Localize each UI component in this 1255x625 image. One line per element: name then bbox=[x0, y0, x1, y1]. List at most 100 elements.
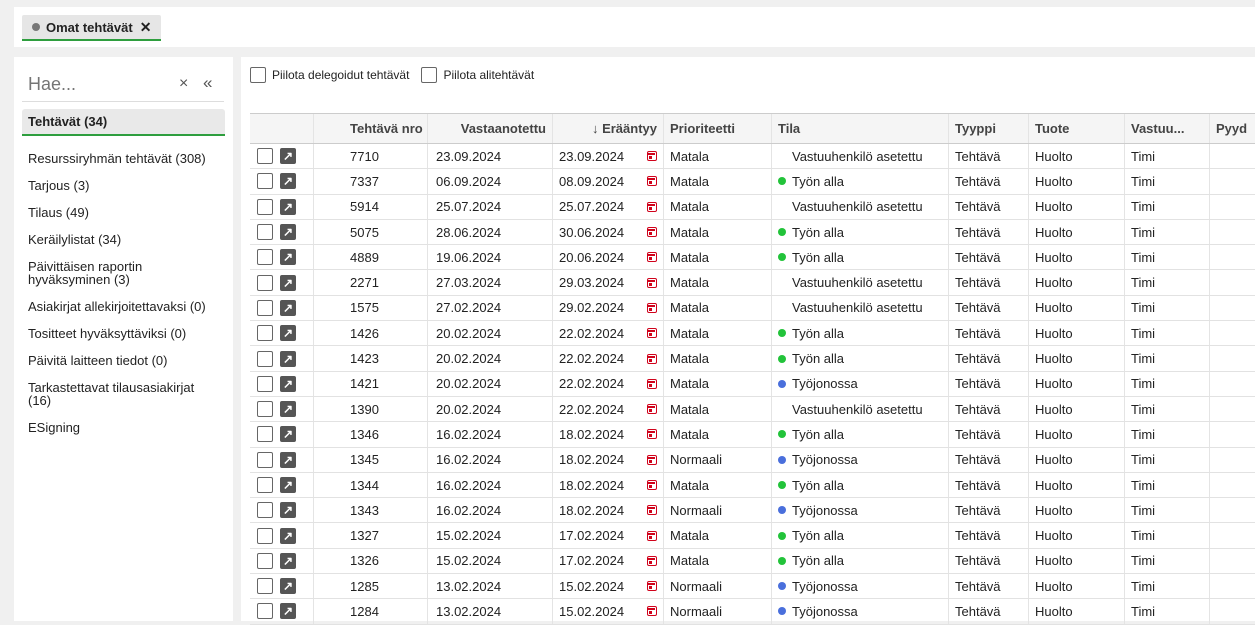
row-checkbox[interactable] bbox=[257, 552, 273, 569]
table-row[interactable]: ↗ 1390 20.02.2024 22.02.2024 Matala Vastuuhen… bbox=[250, 396, 1255, 423]
tab-omat-tehtavat[interactable]: Omat tehtävät ✕ bbox=[22, 15, 162, 41]
table-row[interactable]: ↗ 1344 16.02.2024 18.02.2024 Matala Työn alla… bbox=[250, 472, 1255, 499]
open-arrow-icon[interactable]: ↗ bbox=[280, 198, 296, 215]
sidebar-item[interactable]: Keräilylistat (34) bbox=[22, 229, 225, 250]
row-checkbox[interactable] bbox=[257, 603, 273, 620]
search-input[interactable] bbox=[28, 71, 188, 97]
open-arrow-icon[interactable]: ↗ bbox=[280, 502, 296, 519]
row-checkbox[interactable] bbox=[257, 224, 273, 241]
row-checkbox[interactable] bbox=[257, 173, 273, 190]
open-arrow-icon[interactable]: ↗ bbox=[280, 426, 296, 443]
sidebar-item[interactable]: Resurssiryhmän tehtävät (308) bbox=[22, 148, 225, 169]
row-checkbox[interactable] bbox=[257, 249, 273, 266]
table-row[interactable]: ↗ 1345 16.02.2024 18.02.2024 Normaali Työjono… bbox=[250, 447, 1255, 473]
open-arrow-icon[interactable]: ↗ bbox=[280, 274, 296, 291]
owner-cell: Timi bbox=[1125, 396, 1210, 422]
hide-subtasks-filter[interactable]: Piilota alitehtävät bbox=[421, 67, 534, 83]
table-row[interactable]: ↗ 5075 28.06.2024 30.06.2024 Matala Työn alla… bbox=[250, 219, 1255, 246]
table-row[interactable]: ↗ 7337 06.09.2024 08.09.2024 Matala Työn alla… bbox=[250, 169, 1255, 195]
open-arrow-icon[interactable]: ↗ bbox=[280, 552, 296, 569]
open-arrow-icon[interactable]: ↗ bbox=[280, 375, 296, 392]
row-checkbox[interactable] bbox=[257, 299, 273, 316]
hide-subtasks-checkbox[interactable] bbox=[421, 67, 438, 83]
priority-cell: Matala bbox=[664, 472, 772, 498]
task-number-cell: 1326 bbox=[314, 548, 428, 574]
hide-delegated-checkbox[interactable] bbox=[250, 67, 266, 83]
sidebar-item[interactable]: Tositteet hyväksyttäviksi (0) bbox=[22, 323, 225, 344]
table-row[interactable]: ↗ 5914 25.07.2024 25.07.2024 Matala Vastuuhen… bbox=[250, 194, 1255, 220]
sidebar-item[interactable]: Tarjous (3) bbox=[22, 175, 225, 196]
table-row[interactable]: ↗ 7710 23.09.2024 23.09.2024 Matala Vastuuhen… bbox=[250, 144, 1255, 170]
row-checkbox[interactable] bbox=[257, 375, 273, 392]
sidebar-item[interactable]: Tarkastettavat tilausasiakirjat (16) bbox=[22, 377, 225, 411]
row-checkbox[interactable] bbox=[257, 274, 273, 291]
table-row[interactable]: ↗ 1421 20.02.2024 22.02.2024 Matala Työjonoss… bbox=[250, 371, 1255, 397]
header-status[interactable]: Tila bbox=[772, 114, 949, 143]
open-arrow-icon[interactable]: ↗ bbox=[280, 325, 296, 342]
sidebar-item[interactable]: Asiakirjat allekirjoitettavaksi (0) bbox=[22, 296, 225, 317]
row-open-cell: ↗ bbox=[280, 371, 314, 396]
table-row[interactable]: ↗ 4889 19.06.2024 20.06.2024 Matala Työn alla… bbox=[250, 245, 1255, 271]
open-arrow-icon[interactable]: ↗ bbox=[280, 603, 296, 620]
header-received[interactable]: Vastaanotettu bbox=[428, 114, 553, 143]
type-cell: Tehtävä bbox=[949, 295, 1029, 321]
row-checkbox[interactable] bbox=[257, 502, 273, 519]
row-checkbox[interactable] bbox=[257, 451, 273, 468]
open-arrow-icon[interactable]: ↗ bbox=[280, 401, 296, 418]
open-arrow-icon[interactable]: ↗ bbox=[280, 173, 296, 190]
tab-close-icon[interactable]: ✕ bbox=[140, 19, 152, 36]
open-arrow-icon[interactable]: ↗ bbox=[280, 350, 296, 367]
calendar-icon bbox=[647, 378, 657, 389]
header-owner[interactable]: Vastuu... bbox=[1125, 114, 1210, 143]
row-checkbox[interactable] bbox=[257, 198, 273, 215]
sidebar-item[interactable]: Tilaus (49) bbox=[22, 202, 225, 223]
row-checkbox[interactable] bbox=[257, 578, 273, 595]
open-arrow-icon[interactable]: ↗ bbox=[280, 224, 296, 241]
task-number-cell: 1343 bbox=[314, 498, 428, 523]
status-text: Työjonossa bbox=[792, 502, 858, 518]
type-cell: Tehtävä bbox=[949, 422, 1029, 447]
table-row[interactable]: ↗ 1326 15.02.2024 17.02.2024 Matala Työn alla… bbox=[250, 548, 1255, 575]
row-checkbox[interactable] bbox=[257, 148, 273, 165]
open-arrow-icon[interactable]: ↗ bbox=[280, 578, 296, 595]
row-checkbox[interactable] bbox=[257, 527, 273, 544]
open-arrow-icon[interactable]: ↗ bbox=[280, 451, 296, 468]
status-text: Työjonossa bbox=[792, 376, 858, 392]
sidebar-item[interactable]: ESigning bbox=[22, 417, 225, 438]
table-row[interactable]: ↗ 1575 27.02.2024 29.02.2024 Matala Vastuuhen… bbox=[250, 295, 1255, 322]
clear-search-icon[interactable]: × bbox=[179, 75, 188, 93]
open-arrow-icon[interactable]: ↗ bbox=[280, 299, 296, 316]
header-priority[interactable]: Prioriteetti bbox=[664, 114, 772, 143]
product-cell: Huolto bbox=[1029, 396, 1125, 422]
table-row[interactable]: ↗ 2271 27.03.2024 29.03.2024 Matala Vastuuhen… bbox=[250, 270, 1255, 296]
table-row[interactable]: ↗ 1343 16.02.2024 18.02.2024 Normaali Työjono… bbox=[250, 498, 1255, 524]
row-checkbox[interactable] bbox=[257, 325, 273, 342]
open-arrow-icon[interactable]: ↗ bbox=[280, 527, 296, 544]
open-arrow-icon[interactable]: ↗ bbox=[280, 148, 296, 165]
open-arrow-icon[interactable]: ↗ bbox=[280, 249, 296, 266]
hide-delegated-filter[interactable]: Piilota delegoidut tehtävät bbox=[250, 67, 409, 83]
header-task-number[interactable]: Tehtävä nro bbox=[314, 114, 428, 143]
open-arrow-icon[interactable]: ↗ bbox=[280, 477, 296, 493]
collapse-sidebar-icon[interactable]: « bbox=[203, 73, 213, 93]
row-checkbox[interactable] bbox=[257, 426, 273, 443]
table-row[interactable]: ↗ 1423 20.02.2024 22.02.2024 Matala Työn alla… bbox=[250, 346, 1255, 372]
sidebar-item[interactable]: Tehtävät (34) bbox=[22, 109, 225, 136]
header-product[interactable]: Tuote bbox=[1029, 114, 1125, 143]
row-checkbox[interactable] bbox=[257, 350, 273, 367]
header-due[interactable]: ↓ Erääntyy bbox=[553, 114, 664, 143]
header-type[interactable]: Tyyppi bbox=[949, 114, 1029, 143]
table-row[interactable]: ↗ 1426 20.02.2024 22.02.2024 Matala Työn alla… bbox=[250, 321, 1255, 347]
due-date: 08.09.2024 bbox=[559, 173, 625, 189]
extra-cell bbox=[1210, 321, 1250, 345]
status-cell: Vastuuhenkilö asetettu bbox=[772, 295, 949, 321]
sidebar-item[interactable]: Päivittäisen raportin hyväksyminen (3) bbox=[22, 256, 225, 290]
row-checkbox[interactable] bbox=[257, 477, 273, 493]
task-number-cell: 1285 bbox=[314, 574, 428, 599]
sidebar-item[interactable]: Päivitä laitteen tiedot (0) bbox=[22, 350, 225, 371]
row-checkbox[interactable] bbox=[257, 401, 273, 418]
table-row[interactable]: ↗ 1327 15.02.2024 17.02.2024 Matala Työn alla… bbox=[250, 523, 1255, 549]
table-row[interactable]: ↗ 1285 13.02.2024 15.02.2024 Normaali Työjono… bbox=[250, 574, 1255, 600]
header-extra[interactable]: Pyyd bbox=[1210, 114, 1250, 143]
table-row[interactable]: ↗ 1346 16.02.2024 18.02.2024 Matala Työn alla… bbox=[250, 422, 1255, 448]
